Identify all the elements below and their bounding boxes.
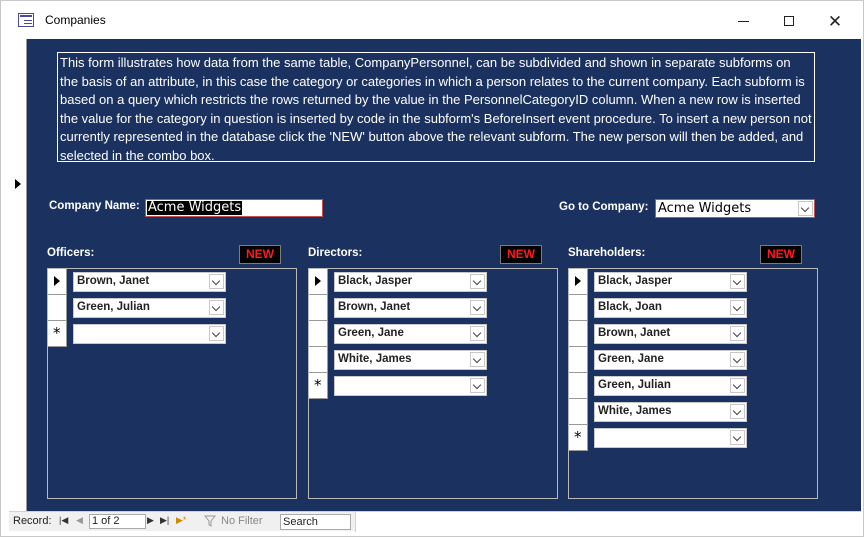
new-record-icon[interactable]	[309, 373, 328, 399]
horizontal-scrollbar[interactable]	[355, 512, 861, 532]
director-combo[interactable]: Brown, Janet	[334, 298, 487, 318]
officers-subform: Brown, Janet Green, Julian	[47, 268, 297, 499]
next-record-icon[interactable]: ▶	[147, 515, 154, 526]
chevron-down-icon[interactable]	[209, 300, 224, 315]
row-selector[interactable]	[309, 321, 328, 347]
row-selector[interactable]	[569, 321, 588, 347]
company-name-value: Acme Widgets	[147, 200, 243, 215]
chevron-down-icon[interactable]	[470, 274, 485, 289]
director-combo[interactable]: Green, Jane	[334, 324, 487, 344]
current-record-arrow-icon	[15, 179, 21, 189]
shareholder-combo[interactable]: Green, Jane	[594, 350, 747, 370]
directors-subform: Black, Jasper Brown, Janet Green, Jane W…	[308, 268, 558, 499]
officer-combo[interactable]	[73, 324, 226, 344]
search-input[interactable]: Search	[280, 514, 351, 530]
first-record-icon[interactable]: |◀	[59, 515, 68, 526]
chevron-down-icon[interactable]	[730, 274, 745, 289]
minimize-icon	[737, 20, 749, 22]
shareholder-combo[interactable]: Brown, Janet	[594, 324, 747, 344]
row-selector[interactable]	[569, 295, 588, 321]
row-selector[interactable]	[569, 347, 588, 373]
officers-label: Officers:	[47, 247, 95, 259]
record-selector[interactable]	[9, 39, 27, 511]
officer-combo[interactable]: Green, Julian	[73, 298, 226, 318]
chevron-down-icon[interactable]	[730, 352, 745, 367]
filter-icon	[204, 515, 216, 527]
shareholder-combo[interactable]: White, James	[594, 402, 747, 422]
chevron-down-icon[interactable]	[730, 300, 745, 315]
chevron-down-icon[interactable]	[798, 201, 813, 216]
row-selector[interactable]	[48, 295, 67, 321]
chevron-down-icon[interactable]	[730, 404, 745, 419]
new-shareholder-button[interactable]: NEW	[760, 245, 802, 264]
chevron-down-icon[interactable]	[209, 326, 224, 341]
shareholder-combo[interactable]: Green, Julian	[594, 376, 747, 396]
director-combo[interactable]: White, James	[334, 350, 487, 370]
maximize-button[interactable]	[766, 7, 812, 35]
goto-company-label: Go to Company:	[559, 201, 649, 213]
shareholders-subform: Black, Jasper Black, Joan Brown, Janet G…	[568, 268, 818, 499]
row-selector[interactable]	[309, 269, 328, 295]
chevron-down-icon[interactable]	[470, 326, 485, 341]
goto-company-combo[interactable]: Acme Widgets	[655, 199, 815, 218]
director-combo[interactable]	[334, 376, 487, 396]
row-selector[interactable]	[569, 269, 588, 295]
record-position-input[interactable]: 1 of 2	[89, 514, 146, 529]
chevron-down-icon[interactable]	[730, 326, 745, 341]
maximize-icon	[784, 16, 794, 26]
window: Companies ✕ This form illustrates how da…	[0, 0, 864, 537]
form-icon	[18, 13, 34, 27]
chevron-down-icon[interactable]	[470, 300, 485, 315]
chevron-down-icon[interactable]	[470, 378, 485, 393]
previous-record-icon[interactable]: ◀	[76, 515, 83, 526]
row-selector[interactable]	[309, 295, 328, 321]
close-icon: ✕	[827, 11, 843, 31]
description-label: This form illustrates how data from the …	[57, 52, 815, 163]
shareholder-combo[interactable]: Black, Jasper	[594, 272, 747, 292]
minimize-button[interactable]	[720, 7, 766, 35]
record-label: Record:	[13, 515, 52, 527]
chevron-down-icon[interactable]	[730, 430, 745, 445]
chevron-down-icon[interactable]	[470, 352, 485, 367]
last-record-icon[interactable]: ▶|	[160, 515, 169, 526]
filter-status[interactable]: No Filter	[221, 515, 263, 527]
chevron-down-icon[interactable]	[209, 274, 224, 289]
shareholder-combo[interactable]	[594, 428, 747, 448]
row-selector[interactable]	[48, 269, 67, 295]
officer-combo[interactable]: Brown, Janet	[73, 272, 226, 292]
directors-label: Directors:	[308, 247, 363, 259]
director-combo[interactable]: Black, Jasper	[334, 272, 487, 292]
company-name-field[interactable]: Acme Widgets	[145, 199, 323, 217]
chevron-down-icon[interactable]	[730, 378, 745, 393]
goto-company-value: Acme Widgets	[658, 201, 752, 216]
title-bar[interactable]: Companies ✕	[1, 1, 863, 39]
new-director-button[interactable]: NEW	[500, 245, 542, 264]
shareholders-label: Shareholders:	[568, 247, 646, 259]
new-officer-button[interactable]: NEW	[239, 245, 281, 264]
row-selector[interactable]	[569, 373, 588, 399]
close-button[interactable]: ✕	[812, 7, 858, 35]
record-navigation-bar: Record: |◀ ◀ 1 of 2 ▶ ▶| ▶* No Filter Se…	[9, 511, 861, 532]
new-record-icon[interactable]	[569, 425, 588, 451]
shareholder-combo[interactable]: Black, Joan	[594, 298, 747, 318]
company-name-label: Company Name:	[49, 200, 140, 212]
new-record-nav-icon[interactable]: ▶*	[176, 515, 186, 526]
row-selector[interactable]	[309, 347, 328, 373]
new-record-icon[interactable]	[48, 321, 67, 347]
window-title: Companies	[45, 13, 106, 27]
row-selector[interactable]	[569, 399, 588, 425]
